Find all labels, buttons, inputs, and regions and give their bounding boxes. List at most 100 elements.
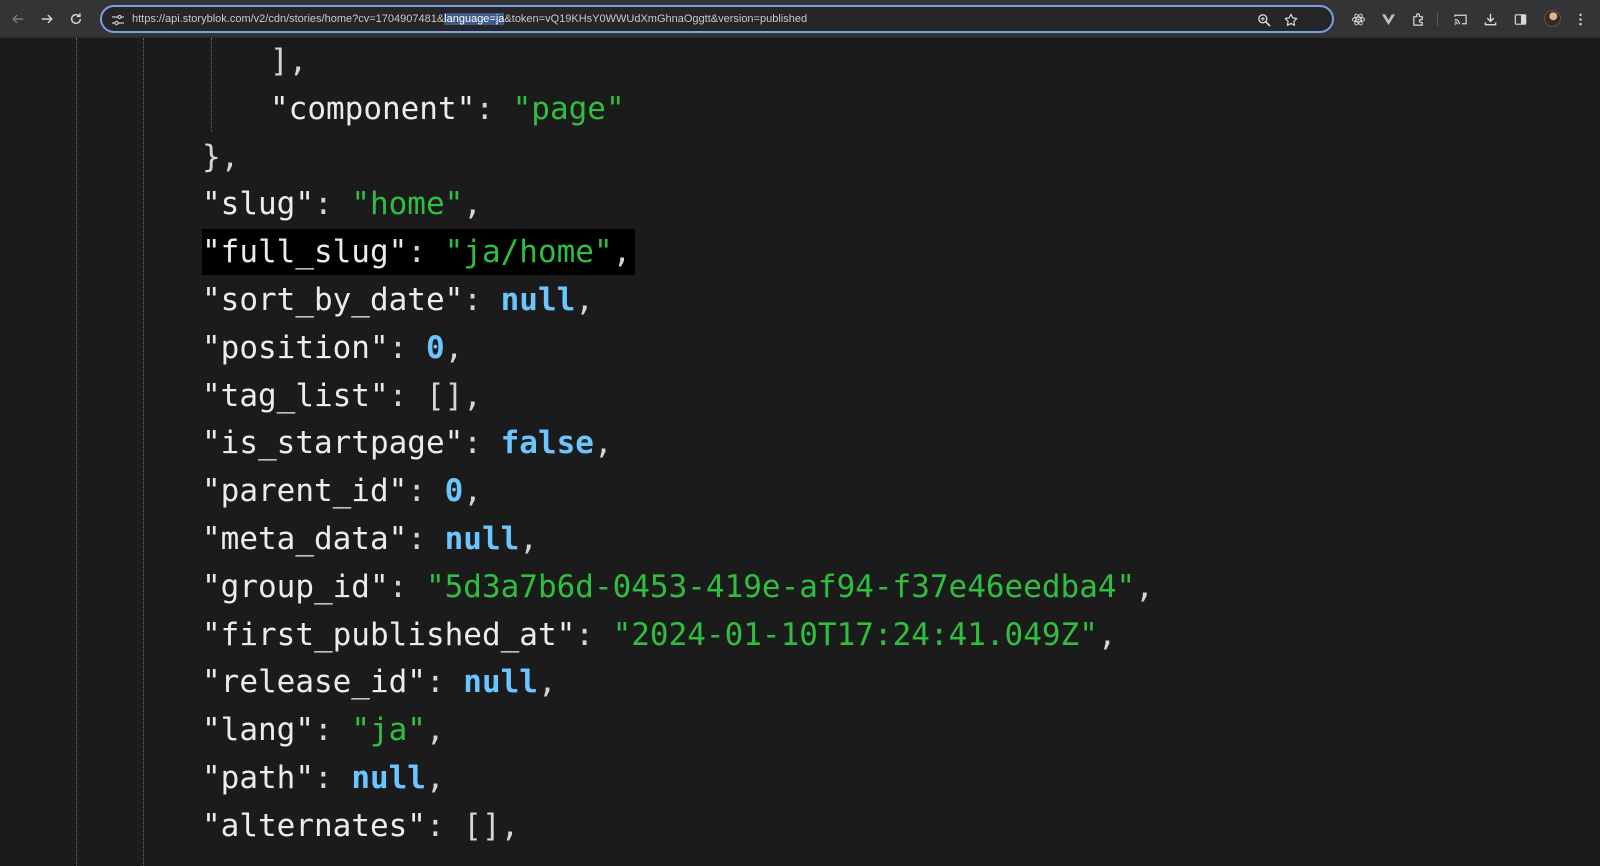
url-selected-part: language=ja (444, 13, 505, 25)
json-line: "parent_id": 0, (202, 468, 482, 514)
json-line: "is_startpage": false, (202, 420, 613, 466)
json-separator: : (313, 760, 352, 796)
json-separator: : (475, 90, 513, 127)
json-line: "first_published_at": "2024-01-10T17:24:… (202, 612, 1117, 658)
json-punctuation: , (463, 186, 482, 223)
bookmark-star-icon[interactable] (1283, 12, 1299, 28)
json-key: "parent_id" (202, 473, 408, 510)
cast-icon[interactable] (1451, 10, 1469, 28)
browser-toolbar: https://api.storyblok.com/v2/cdn/stories… (0, 0, 1600, 38)
json-punctuation: , (425, 760, 445, 796)
json-line: "sort_by_date": null, (202, 277, 594, 323)
json-separator: : (407, 473, 445, 510)
json-line: "lang": "ja", (202, 707, 445, 753)
json-value: "ja/home" (444, 234, 613, 271)
json-value: "home" (351, 186, 464, 223)
json-separator: : (575, 616, 613, 653)
json-value: 0 (444, 473, 464, 510)
json-punctuation: , (500, 807, 520, 844)
json-value: [] (463, 807, 501, 844)
indent-guide (76, 38, 77, 866)
json-key: "lang" (202, 712, 314, 749)
json-line: "slug": "home", (202, 181, 482, 227)
json-key: "sort_by_date" (202, 282, 464, 318)
json-line: "path": null, (202, 755, 445, 801)
json-punctuation: , (463, 377, 482, 414)
json-viewer: ], "component": "page"}, "slug": "home", "f… (0, 38, 1600, 866)
json-separator: : (463, 282, 501, 318)
json-separator: : (425, 807, 464, 844)
json-separator: : (313, 186, 352, 223)
json-separator: : (313, 712, 352, 749)
json-key: "component" (270, 90, 476, 127)
json-key: "position" (202, 329, 389, 366)
url-text[interactable]: https://api.storyblok.com/v2/cdn/stories… (132, 12, 807, 26)
downloads-icon[interactable] (1481, 10, 1499, 28)
json-key: "group_id" (202, 568, 389, 605)
json-value: "5d3a7b6d-0453-419e-af94-f37e46eedba4" (425, 568, 1136, 605)
zoom-icon[interactable] (1256, 12, 1272, 28)
indent-guide (211, 38, 212, 132)
json-separator: : (463, 425, 501, 462)
menu-kebab-icon[interactable] (1571, 10, 1589, 28)
json-separator: : (388, 568, 426, 605)
json-value: null (351, 760, 426, 796)
json-punctuation: , (425, 712, 445, 749)
json-value: "2024-01-10T17:24:41.049Z" (612, 616, 1098, 653)
json-line: "component": "page" (270, 86, 625, 132)
url-part: &token=vQ19KHsY0WWUdXmGhnaOggtt&version=… (504, 13, 808, 25)
json-line: "meta_data": null, (202, 516, 538, 562)
json-separator: : (388, 377, 426, 414)
toolbar-divider (1437, 12, 1438, 26)
json-line: }, (202, 134, 239, 180)
profile-avatar[interactable] (1544, 10, 1561, 27)
json-line: "alternates": [], (202, 803, 519, 849)
site-settings-icon[interactable] (111, 12, 125, 26)
json-value: [] (425, 377, 464, 414)
json-line: "position": 0, (202, 325, 463, 371)
json-line: "tag_list": [], (202, 373, 482, 419)
json-key: "slug" (202, 186, 314, 223)
json-value: 0 (425, 329, 445, 366)
json-key: "tag_list" (202, 377, 389, 414)
json-punctuation: , (537, 664, 557, 701)
json-punctuation: , (1097, 616, 1117, 653)
extensions-icon[interactable] (1409, 10, 1427, 28)
forward-icon[interactable] (37, 9, 57, 29)
indent-guide (143, 38, 144, 866)
json-value: "ja" (351, 712, 426, 749)
json-punctuation: , (519, 521, 538, 557)
json-key: "full_slug" (202, 234, 408, 271)
json-value: "page" (512, 90, 625, 127)
json-punctuation: , (463, 473, 482, 510)
json-line: "release_id": null, (202, 659, 557, 705)
vue-devtools-icon[interactable] (1379, 10, 1397, 28)
json-punctuation: , (1135, 568, 1154, 605)
side-panel-icon[interactable] (1511, 10, 1529, 28)
react-devtools-icon[interactable] (1349, 10, 1367, 28)
json-key: "path" (202, 760, 314, 796)
reload-icon[interactable] (66, 9, 86, 29)
json-line: "group_id": "5d3a7b6d-0453-419e-af94-f37… (202, 564, 1154, 610)
json-value: false (500, 425, 594, 462)
json-separator: : (407, 234, 445, 271)
json-punctuation: ], (270, 43, 308, 79)
json-punctuation: , (575, 282, 594, 318)
json-value: null (500, 282, 576, 318)
json-punctuation: , (612, 234, 632, 271)
json-separator: : (425, 664, 464, 701)
json-key: "release_id" (202, 664, 426, 701)
json-separator: : (407, 521, 445, 557)
json-separator: : (388, 329, 426, 366)
back-icon[interactable] (8, 9, 28, 29)
json-line: ], (270, 38, 307, 84)
json-punctuation: , (593, 425, 613, 462)
json-punctuation: }, (202, 138, 240, 175)
url-part: https://api.storyblok.com/v2/cdn/stories… (132, 13, 445, 25)
json-key: "alternates" (202, 807, 426, 844)
json-punctuation: , (444, 329, 464, 366)
json-key: "is_startpage" (202, 425, 464, 462)
address-bar[interactable]: https://api.storyblok.com/v2/cdn/stories… (100, 5, 1334, 33)
json-value: null (463, 664, 538, 701)
json-key: "first_published_at" (202, 616, 576, 653)
